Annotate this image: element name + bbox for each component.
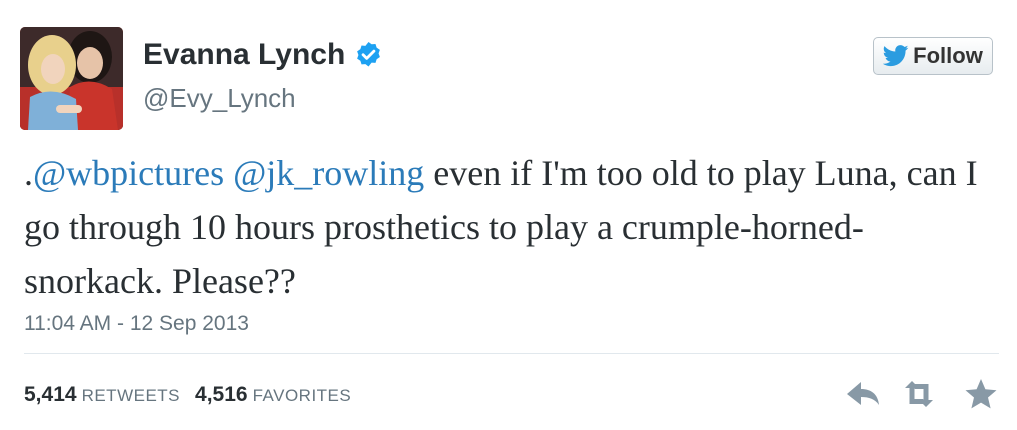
star-icon[interactable] [963,377,999,411]
retweets-label[interactable]: RETWEETS [82,386,180,406]
user-handle[interactable]: @Evy_Lynch [143,83,296,114]
tweet-timestamp[interactable]: 11:04 AM - 12 Sep 2013 [24,312,249,336]
tweet-prefix: . [24,153,33,193]
follow-button[interactable]: Follow [873,37,993,75]
mention-jk-rowling[interactable]: @jk_rowling [233,153,424,193]
reply-arrow-icon[interactable] [845,377,881,411]
tweet-actions [845,377,1000,413]
favorites-label[interactable]: FAVORITES [253,386,352,406]
tweet-stats: 5,414 RETWEETS 4,516 FAVORITES [24,383,366,407]
mention-separator [224,153,233,193]
favorites-count[interactable]: 4,516 [195,383,248,407]
display-name[interactable]: Evanna Lynch [143,38,384,72]
display-name-text: Evanna Lynch [143,38,346,71]
retweet-icon[interactable] [901,377,937,411]
tweet-card: Evanna Lynch @Evy_Lynch Follow .@wbpictu… [0,0,1017,430]
divider [24,353,999,354]
mention-wbpictures[interactable]: @wbpictures [33,153,224,193]
retweets-count[interactable]: 5,414 [24,383,77,407]
avatar-image [20,27,123,130]
twitter-bird-icon [883,45,909,67]
follow-label: Follow [913,43,983,68]
verified-badge-icon [353,40,384,71]
avatar[interactable] [20,27,123,130]
tweet-text: .@wbpictures @jk_rowling even if I'm too… [24,146,984,308]
